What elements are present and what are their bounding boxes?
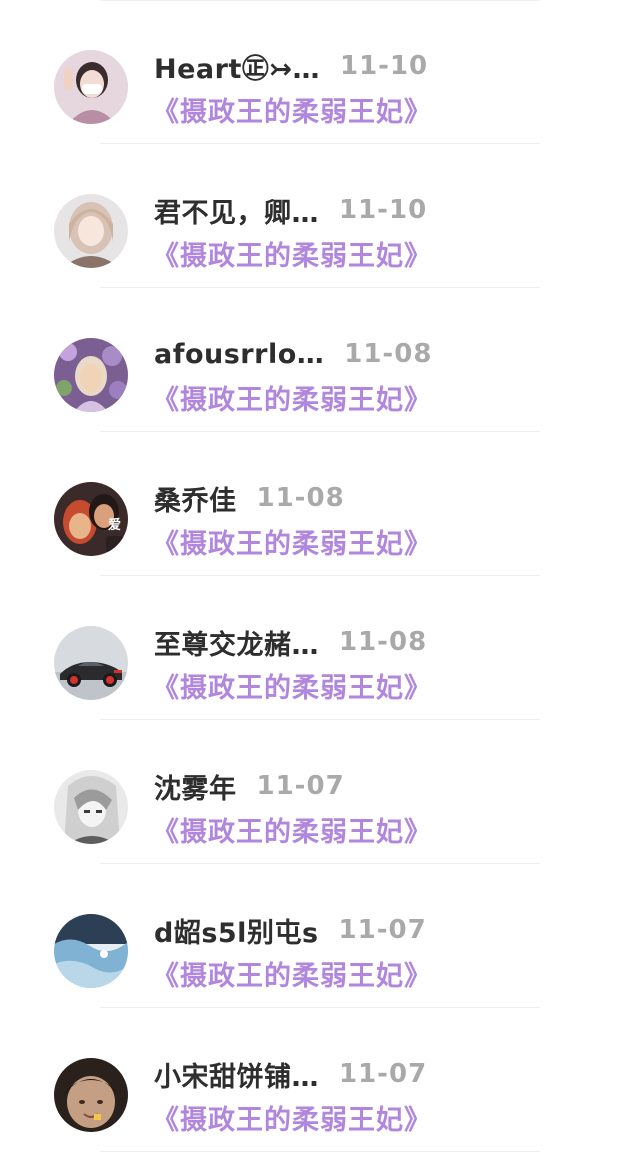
book-title-link[interactable]: 《摄政王的柔弱王妃》 <box>152 954 432 993</box>
comment-date: 11-07 <box>338 915 427 945</box>
avatar-boy-face[interactable] <box>54 1058 128 1132</box>
comment-row[interactable]: 小宋甜饼铺… 11-07 《摄政王的柔弱王妃》 <box>0 1008 640 1152</box>
comment-row[interactable]: 沈雾年 11-07 《摄政王的柔弱王妃》 <box>0 720 640 864</box>
avatar-couple[interactable]: 爱 <box>54 482 128 556</box>
username[interactable]: 桑乔佳 <box>154 479 237 518</box>
book-title-link[interactable]: 《摄政王的柔弱王妃》 <box>152 234 432 273</box>
username[interactable]: 小宋甜饼铺… <box>154 1055 319 1094</box>
book-title-link[interactable]: 《摄政王的柔弱王妃》 <box>152 378 432 417</box>
comment-date: 11-10 <box>339 51 429 81</box>
username[interactable]: 君不见，卿… <box>154 191 319 230</box>
comment-row[interactable]: d龆s5l别屯s 11-07 《摄政王的柔弱王妃》 <box>0 864 640 1008</box>
comment-header: d龆s5l别屯s 11-07 <box>154 910 427 950</box>
comment-date: 11-10 <box>339 195 428 225</box>
comment-header: 沈雾年 11-07 <box>154 766 345 806</box>
comment-header: Heart㊣↣… 11-10 <box>154 46 428 86</box>
comment-header: afousrrlo… 11-08 <box>154 334 432 374</box>
username[interactable]: 至尊交龙赭… <box>154 623 319 662</box>
username[interactable]: 沈雾年 <box>154 767 237 806</box>
comment-header: 君不见，卿… 11-10 <box>154 190 427 230</box>
avatar-anime-grayscale[interactable] <box>54 770 128 844</box>
comment-header: 小宋甜饼铺… 11-07 <box>154 1054 427 1094</box>
comment-row[interactable]: Heart㊣↣… 11-10 《摄政王的柔弱王妃》 <box>0 0 640 144</box>
comment-date: 11-08 <box>256 483 345 513</box>
comment-row[interactable]: afousrrlo… 11-08 《摄政王的柔弱王妃》 <box>0 288 640 432</box>
comment-date: 11-08 <box>339 627 428 657</box>
comment-row[interactable]: 至尊交龙赭… 11-08 《摄政王的柔弱王妃》 <box>0 576 640 720</box>
avatar-water-scene[interactable] <box>54 914 128 988</box>
username[interactable]: afousrrlo… <box>154 339 324 370</box>
book-title-link[interactable]: 《摄政王的柔弱王妃》 <box>152 810 432 849</box>
comment-header: 桑乔佳 11-08 <box>154 478 345 518</box>
comment-date: 11-07 <box>256 771 345 801</box>
avatar-red-sports-car[interactable] <box>54 626 128 700</box>
row-divider <box>100 1151 540 1152</box>
username[interactable]: d龆s5l别屯s <box>154 911 319 950</box>
comment-row[interactable]: 君不见，卿… 11-10 《摄政王的柔弱王妃》 <box>0 144 640 288</box>
comment-row[interactable]: 爱 桑乔佳 11-08 《摄政王的柔弱王妃》 <box>0 432 640 576</box>
book-title-link[interactable]: 《摄政王的柔弱王妃》 <box>152 1098 432 1137</box>
avatar-badge-text: 爱 <box>108 518 122 533</box>
avatar-flower-girl[interactable] <box>54 338 128 412</box>
comment-date: 11-07 <box>339 1059 428 1089</box>
book-title-link[interactable]: 《摄政王的柔弱王妃》 <box>152 90 432 129</box>
book-title-link[interactable]: 《摄政王的柔弱王妃》 <box>152 666 432 705</box>
avatar-masked-girl[interactable] <box>54 50 128 124</box>
comment-date: 11-08 <box>344 339 433 369</box>
avatar-girl-light-hair[interactable] <box>54 194 128 268</box>
comment-header: 至尊交龙赭… 11-08 <box>154 622 427 662</box>
book-title-link[interactable]: 《摄政王的柔弱王妃》 <box>152 522 432 561</box>
username[interactable]: Heart㊣↣… <box>154 47 320 86</box>
